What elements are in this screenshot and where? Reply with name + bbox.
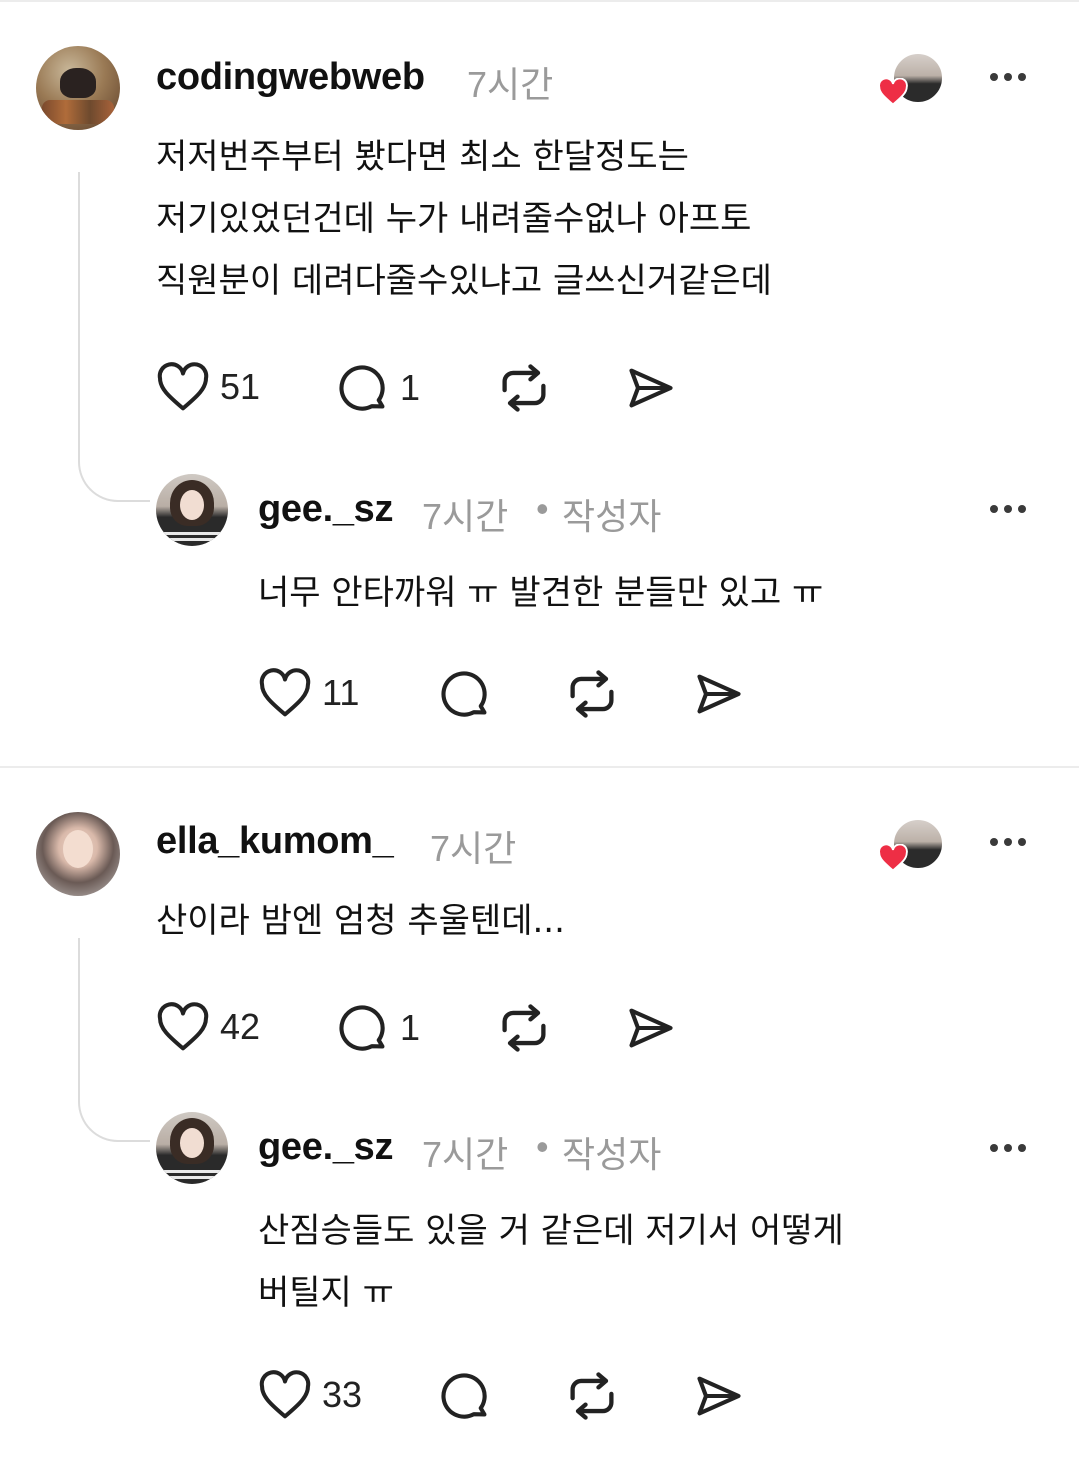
like-count: 11	[322, 672, 360, 713]
like-count: 33	[322, 1374, 363, 1415]
repost-icon	[502, 1004, 546, 1052]
comment-username[interactable]: codingwebweb	[156, 56, 425, 99]
like-button[interactable]: 51	[156, 362, 260, 412]
avatar-gee-sz[interactable]	[156, 474, 228, 546]
like-count: 51	[220, 366, 261, 407]
more-dots-icon[interactable]	[988, 71, 1028, 83]
heart-filled-icon	[878, 78, 908, 106]
reply-button[interactable]: 1	[338, 362, 420, 414]
avatar-ella-kumom[interactable]	[36, 812, 120, 896]
heart-filled-icon	[878, 844, 908, 872]
send-icon	[697, 674, 741, 714]
share-button[interactable]	[624, 362, 678, 414]
reply-body: 산짐승들도 있을 거 같은데 저기서 어떻게 버틸지 ㅠ	[258, 1211, 844, 1313]
reply-count: 1	[400, 367, 421, 408]
like-button[interactable]: 33	[258, 1370, 362, 1420]
speech-bubble-icon	[441, 1373, 487, 1419]
heart-outline-icon	[259, 1370, 311, 1419]
repost-button[interactable]	[564, 1370, 620, 1422]
like-count: 42	[220, 1006, 261, 1047]
send-icon	[697, 1376, 741, 1416]
heart-outline-icon	[259, 668, 311, 717]
speech-bubble-icon	[441, 671, 487, 717]
avatar-codingwebweb[interactable]	[36, 46, 120, 130]
post-divider	[0, 766, 1079, 768]
author-badge: 작성자	[562, 496, 662, 537]
more-dots-icon[interactable]	[988, 1142, 1028, 1154]
comment-timestamp: 7시간	[430, 828, 517, 869]
reply-count: 1	[400, 1007, 421, 1048]
reply-body: 너무 안타까워 ㅠ 발견한 분들만 있고 ㅠ	[258, 573, 824, 613]
send-icon	[629, 1008, 673, 1048]
repost-button[interactable]	[564, 668, 620, 720]
reply-username[interactable]: gee._sz	[258, 1126, 394, 1169]
avatar-gee-sz[interactable]	[156, 1112, 228, 1184]
share-button[interactable]	[692, 668, 746, 720]
send-icon	[629, 368, 673, 408]
top-divider	[0, 0, 1079, 2]
repost-icon	[502, 364, 546, 412]
reply-timestamp: 7시간	[422, 1134, 509, 1175]
reply-button[interactable]	[440, 668, 492, 720]
comment-body: 저저번주부터 봤다면 최소 한달정도는 저기있었던건데 누가 내려줄수없나 아프…	[156, 137, 772, 301]
share-button[interactable]	[692, 1370, 746, 1422]
repost-icon	[570, 1372, 614, 1420]
repost-icon	[570, 670, 614, 718]
reply-button[interactable]: 1	[338, 1002, 420, 1054]
more-dots-icon[interactable]	[988, 503, 1028, 515]
reply-username[interactable]: gee._sz	[258, 488, 394, 531]
heart-outline-icon	[157, 1002, 209, 1051]
repost-button[interactable]	[496, 362, 552, 414]
author-badge: 작성자	[562, 1134, 662, 1175]
heart-outline-icon	[157, 362, 209, 411]
thread-connector	[78, 172, 150, 502]
meta-separator: •	[536, 488, 549, 529]
speech-bubble-icon	[339, 1005, 385, 1051]
speech-bubble-icon	[339, 365, 385, 411]
like-button[interactable]: 42	[156, 1002, 260, 1052]
more-dots-icon[interactable]	[988, 836, 1028, 848]
thread-connector	[78, 938, 150, 1142]
comment-username[interactable]: ella_kumom_	[156, 820, 394, 863]
reply-button[interactable]	[440, 1370, 492, 1422]
reply-timestamp: 7시간	[422, 496, 509, 537]
comment-timestamp: 7시간	[467, 64, 554, 105]
meta-separator: •	[536, 1126, 549, 1167]
comment-body: 산이라 밤엔 엄청 추울텐데...	[156, 901, 565, 941]
repost-button[interactable]	[496, 1002, 552, 1054]
share-button[interactable]	[624, 1002, 678, 1054]
like-button[interactable]: 11	[258, 668, 359, 718]
